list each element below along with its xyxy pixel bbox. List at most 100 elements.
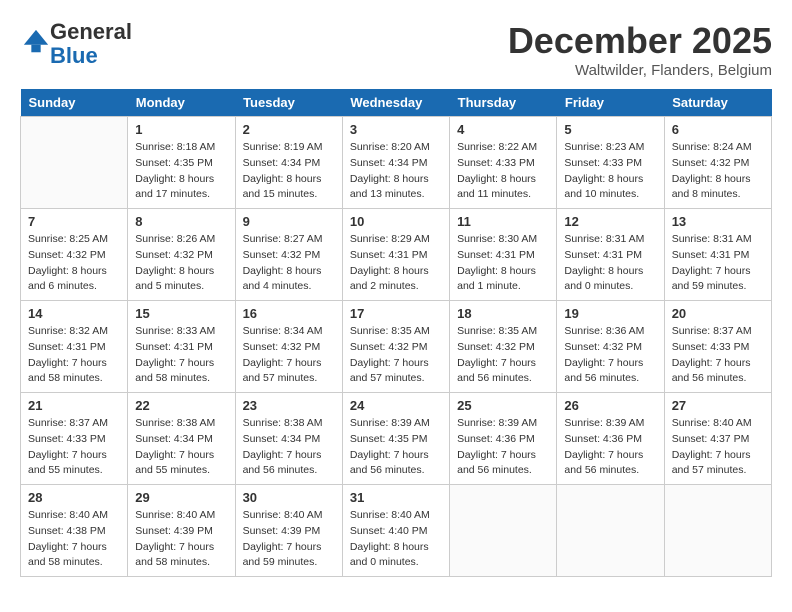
day-cell: 29 Sunrise: 8:40 AM Sunset: 4:39 PM Dayli… [128,485,235,577]
day-info: Sunrise: 8:40 AM Sunset: 4:37 PM Dayligh… [672,416,764,479]
day-number: 13 [672,214,764,229]
day-cell: 9 Sunrise: 8:27 AM Sunset: 4:32 PM Daylig… [235,209,342,301]
day-cell: 27 Sunrise: 8:40 AM Sunset: 4:37 PM Dayli… [664,393,771,485]
day-cell: 19 Sunrise: 8:36 AM Sunset: 4:32 PM Dayli… [557,301,664,393]
day-cell: 21 Sunrise: 8:37 AM Sunset: 4:33 PM Dayli… [21,393,128,485]
day-number: 10 [350,214,442,229]
header-cell-wednesday: Wednesday [342,89,449,117]
day-number: 11 [457,214,549,229]
calendar-header-row: SundayMondayTuesdayWednesdayThursdayFrid… [21,89,772,117]
day-cell [557,485,664,577]
logo-text: General Blue [50,20,132,68]
day-info: Sunrise: 8:24 AM Sunset: 4:32 PM Dayligh… [672,140,764,203]
day-info: Sunrise: 8:18 AM Sunset: 4:35 PM Dayligh… [135,140,227,203]
day-cell: 24 Sunrise: 8:39 AM Sunset: 4:35 PM Dayli… [342,393,449,485]
day-cell: 1 Sunrise: 8:18 AM Sunset: 4:35 PM Daylig… [128,117,235,209]
week-row-1: 7 Sunrise: 8:25 AM Sunset: 4:32 PM Daylig… [21,209,772,301]
location-subtitle: Waltwilder, Flanders, Belgium [508,62,772,79]
day-number: 31 [350,490,442,505]
day-info: Sunrise: 8:27 AM Sunset: 4:32 PM Dayligh… [243,232,335,295]
day-number: 3 [350,122,442,137]
day-info: Sunrise: 8:36 AM Sunset: 4:32 PM Dayligh… [564,324,656,387]
header-cell-tuesday: Tuesday [235,89,342,117]
day-info: Sunrise: 8:38 AM Sunset: 4:34 PM Dayligh… [135,416,227,479]
day-cell: 11 Sunrise: 8:30 AM Sunset: 4:31 PM Dayli… [450,209,557,301]
day-cell [21,117,128,209]
logo: General Blue [20,20,132,68]
week-row-4: 28 Sunrise: 8:40 AM Sunset: 4:38 PM Dayli… [21,485,772,577]
day-info: Sunrise: 8:34 AM Sunset: 4:32 PM Dayligh… [243,324,335,387]
week-row-2: 14 Sunrise: 8:32 AM Sunset: 4:31 PM Dayli… [21,301,772,393]
day-cell: 16 Sunrise: 8:34 AM Sunset: 4:32 PM Dayli… [235,301,342,393]
day-info: Sunrise: 8:19 AM Sunset: 4:34 PM Dayligh… [243,140,335,203]
day-number: 4 [457,122,549,137]
day-cell [450,485,557,577]
day-cell: 13 Sunrise: 8:31 AM Sunset: 4:31 PM Dayli… [664,209,771,301]
day-info: Sunrise: 8:33 AM Sunset: 4:31 PM Dayligh… [135,324,227,387]
day-cell: 5 Sunrise: 8:23 AM Sunset: 4:33 PM Daylig… [557,117,664,209]
day-cell: 25 Sunrise: 8:39 AM Sunset: 4:36 PM Dayli… [450,393,557,485]
day-info: Sunrise: 8:26 AM Sunset: 4:32 PM Dayligh… [135,232,227,295]
day-info: Sunrise: 8:40 AM Sunset: 4:39 PM Dayligh… [135,508,227,571]
day-info: Sunrise: 8:39 AM Sunset: 4:36 PM Dayligh… [564,416,656,479]
day-number: 9 [243,214,335,229]
day-number: 30 [243,490,335,505]
day-number: 23 [243,398,335,413]
day-info: Sunrise: 8:32 AM Sunset: 4:31 PM Dayligh… [28,324,120,387]
day-info: Sunrise: 8:37 AM Sunset: 4:33 PM Dayligh… [28,416,120,479]
day-number: 17 [350,306,442,321]
day-cell: 23 Sunrise: 8:38 AM Sunset: 4:34 PM Dayli… [235,393,342,485]
day-number: 28 [28,490,120,505]
day-number: 19 [564,306,656,321]
header-cell-sunday: Sunday [21,89,128,117]
day-info: Sunrise: 8:37 AM Sunset: 4:33 PM Dayligh… [672,324,764,387]
day-number: 24 [350,398,442,413]
day-number: 14 [28,306,120,321]
day-cell: 3Sunrise: 8:20 AM Sunset: 4:34 PM Daylig… [342,117,449,209]
day-number: 29 [135,490,227,505]
day-info: Sunrise: 8:40 AM Sunset: 4:39 PM Dayligh… [243,508,335,571]
day-info: Sunrise: 8:35 AM Sunset: 4:32 PM Dayligh… [350,324,442,387]
day-info: Sunrise: 8:30 AM Sunset: 4:31 PM Dayligh… [457,232,549,295]
day-cell: 30 Sunrise: 8:40 AM Sunset: 4:39 PM Dayli… [235,485,342,577]
day-cell: 8 Sunrise: 8:26 AM Sunset: 4:32 PM Daylig… [128,209,235,301]
day-number: 6 [672,122,764,137]
day-cell: 4 Sunrise: 8:22 AM Sunset: 4:33 PM Daylig… [450,117,557,209]
calendar-table: SundayMondayTuesdayWednesdayThursdayFrid… [20,89,772,577]
day-cell: 14 Sunrise: 8:32 AM Sunset: 4:31 PM Dayli… [21,301,128,393]
day-number: 2 [243,122,335,137]
day-cell: 28 Sunrise: 8:40 AM Sunset: 4:38 PM Dayli… [21,485,128,577]
day-info: Sunrise: 8:39 AM Sunset: 4:36 PM Dayligh… [457,416,549,479]
day-number: 12 [564,214,656,229]
day-info: Sunrise: 8:39 AM Sunset: 4:35 PM Dayligh… [350,416,442,479]
day-number: 20 [672,306,764,321]
day-number: 1 [135,122,227,137]
day-number: 26 [564,398,656,413]
day-info: Sunrise: 8:23 AM Sunset: 4:33 PM Dayligh… [564,140,656,203]
day-number: 5 [564,122,656,137]
day-number: 7 [28,214,120,229]
day-number: 25 [457,398,549,413]
day-number: 22 [135,398,227,413]
day-info: Sunrise: 8:35 AM Sunset: 4:32 PM Dayligh… [457,324,549,387]
day-cell: 17 Sunrise: 8:35 AM Sunset: 4:32 PM Dayli… [342,301,449,393]
day-info: Sunrise: 8:22 AM Sunset: 4:33 PM Dayligh… [457,140,549,203]
day-info: Sunrise: 8:31 AM Sunset: 4:31 PM Dayligh… [564,232,656,295]
day-info: Sunrise: 8:31 AM Sunset: 4:31 PM Dayligh… [672,232,764,295]
week-row-3: 21 Sunrise: 8:37 AM Sunset: 4:33 PM Dayli… [21,393,772,485]
day-info: Sunrise: 8:40 AM Sunset: 4:40 PM Dayligh… [350,508,442,571]
day-cell: 31 Sunrise: 8:40 AM Sunset: 4:40 PM Dayli… [342,485,449,577]
day-number: 21 [28,398,120,413]
day-info: Sunrise: 8:25 AM Sunset: 4:32 PM Dayligh… [28,232,120,295]
day-cell: 2 Sunrise: 8:19 AM Sunset: 4:34 PM Daylig… [235,117,342,209]
day-number: 16 [243,306,335,321]
page-header: General Blue December 2025 Waltwilder, F… [20,20,772,79]
day-info: Sunrise: 8:29 AM Sunset: 4:31 PM Dayligh… [350,232,442,295]
day-number: 27 [672,398,764,413]
day-number: 8 [135,214,227,229]
day-info: Sunrise: 8:40 AM Sunset: 4:38 PM Dayligh… [28,508,120,571]
day-info: Sunrise: 8:38 AM Sunset: 4:34 PM Dayligh… [243,416,335,479]
header-cell-saturday: Saturday [664,89,771,117]
day-cell: 18Sunrise: 8:35 AM Sunset: 4:32 PM Dayli… [450,301,557,393]
day-cell: 6 Sunrise: 8:24 AM Sunset: 4:32 PM Daylig… [664,117,771,209]
